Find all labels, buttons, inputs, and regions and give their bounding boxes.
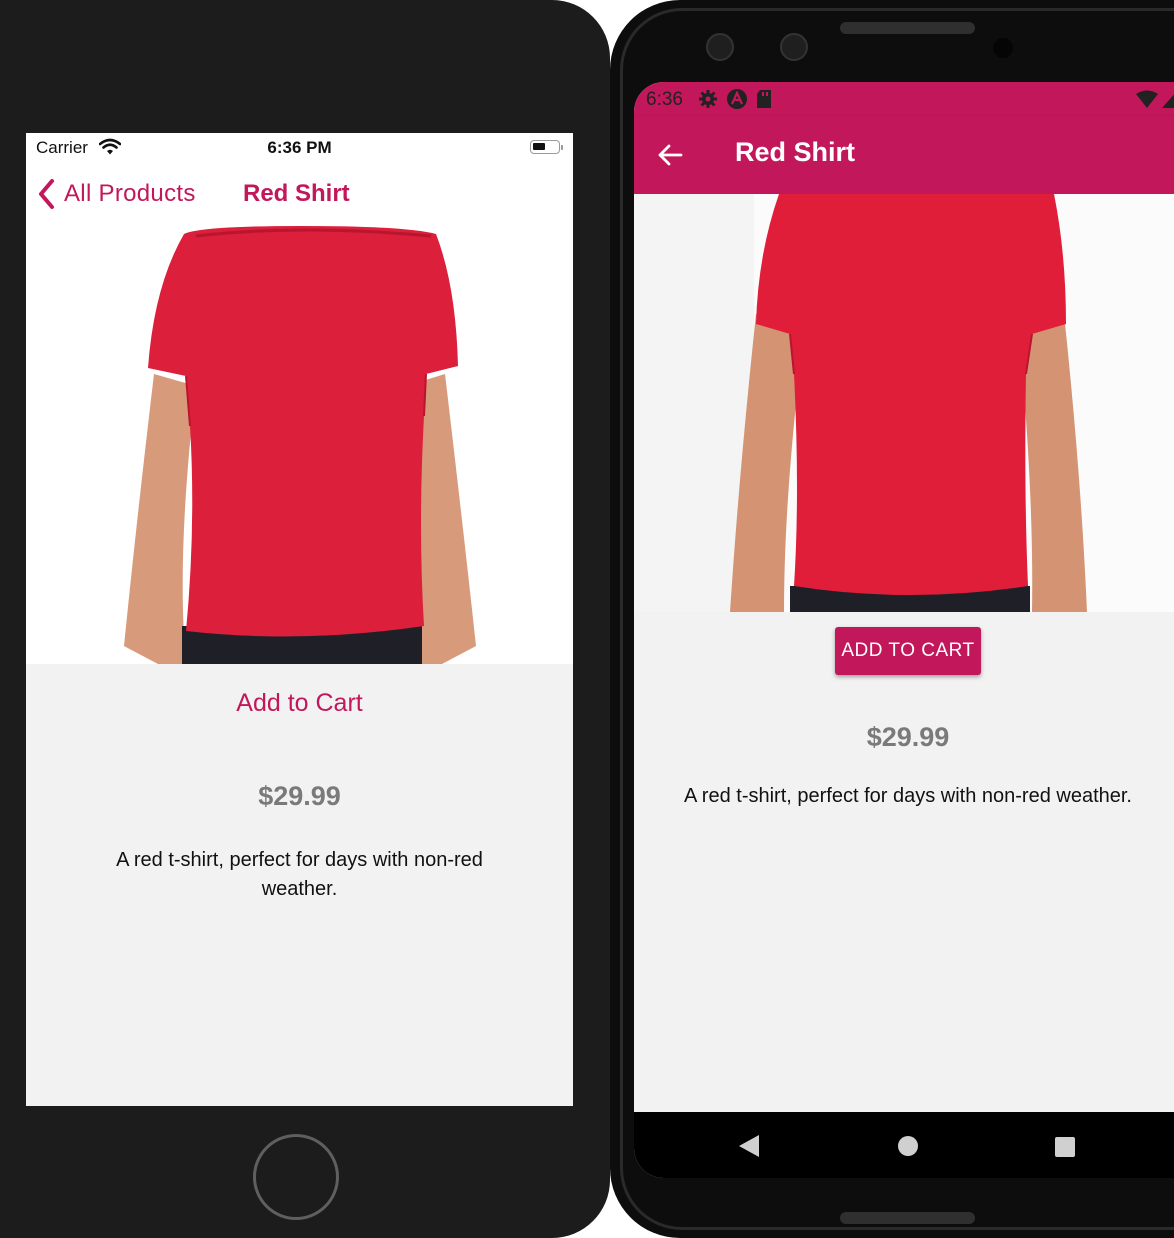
battery-cap [561, 145, 563, 150]
battery-icon [530, 140, 560, 154]
ios-status-bar: Carrier 6:36 PM [26, 133, 573, 163]
product-price: $29.99 [258, 781, 341, 811]
status-time: 6:36 PM [267, 138, 332, 157]
sd-card-icon [757, 90, 771, 108]
ios-device: Carrier 6:36 PM All Products Red Shirt A… [0, 0, 610, 1238]
android-screen: 6:36 Red Shirt ADD TO CART $29.99 A red … [634, 82, 1174, 1178]
wifi-icon [1136, 90, 1158, 108]
add-to-cart-button[interactable]: Add to Cart [26, 689, 573, 718]
red-tshirt-image [634, 194, 1174, 612]
front-camera-icon [993, 38, 1013, 58]
page-title: Red Shirt [735, 137, 856, 167]
signal-icon [1162, 94, 1174, 108]
status-icons-left [698, 88, 772, 110]
earpiece-speaker [840, 22, 975, 34]
product-price: $29.99 [866, 722, 950, 752]
chevron-left-icon [39, 179, 54, 209]
bottom-speaker [840, 1212, 975, 1224]
status-time: 6:36 [646, 89, 683, 110]
home-button[interactable] [253, 1134, 339, 1220]
gear-icon [699, 90, 717, 108]
system-navigation-bar [634, 1112, 1174, 1178]
recents-square-icon[interactable] [1055, 1137, 1075, 1157]
back-label: All Products [64, 180, 196, 207]
ios-navigation-bar: All Products Red Shirt [26, 163, 573, 226]
page-title: Red Shirt [243, 180, 350, 207]
back-triangle-icon[interactable] [738, 1134, 760, 1158]
sensor-icon [780, 33, 808, 61]
home-circle-icon[interactable] [898, 1136, 918, 1156]
red-tshirt-image [26, 226, 573, 664]
product-image [634, 194, 1174, 612]
android-device: 6:36 Red Shirt ADD TO CART $29.99 A red … [610, 0, 1174, 1238]
camera-icon [706, 33, 734, 61]
app-bar: Red Shirt [634, 116, 1174, 194]
android-status-bar: 6:36 [634, 82, 1174, 116]
app-icon [727, 89, 747, 109]
back-button[interactable]: All Products [36, 177, 196, 211]
product-description: A red t-shirt, perfect for days with non… [684, 785, 1132, 807]
ios-screen: Carrier 6:36 PM All Products Red Shirt A… [26, 133, 573, 1106]
product-description: A red t-shirt, perfect for days with non… [116, 849, 483, 900]
arrow-left-icon[interactable] [656, 141, 684, 169]
add-to-cart-button[interactable]: ADD TO CART [835, 627, 981, 675]
product-image [26, 226, 573, 664]
status-icons-right [1136, 89, 1174, 109]
